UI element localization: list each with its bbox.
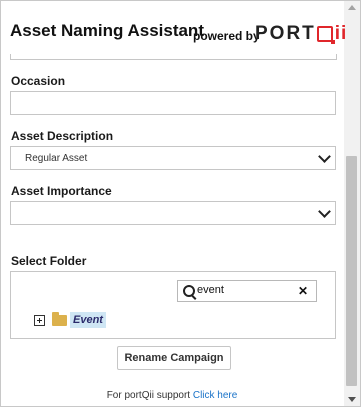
- asset-description-select[interactable]: Regular Asset: [10, 146, 336, 170]
- chevron-down-icon: [318, 150, 331, 163]
- tree-node-label[interactable]: Event: [70, 312, 106, 328]
- powered-by-text: powered by: [193, 29, 260, 43]
- portqii-logo: PORT ii: [255, 23, 347, 45]
- search-icon: [183, 285, 195, 297]
- assistant-panel: Asset Naming Assistant powered by PORT i…: [0, 0, 361, 407]
- select-folder-label: Select Folder: [11, 254, 87, 268]
- logo-text: PORT: [255, 23, 316, 44]
- folder-search-value: event: [197, 284, 224, 296]
- app-title: Asset Naming Assistant: [10, 21, 204, 40]
- occasion-input[interactable]: [10, 91, 336, 115]
- support-link[interactable]: Click here: [193, 390, 237, 401]
- support-footer: For portQii support Click here: [1, 390, 343, 401]
- scroll-down-arrow-icon[interactable]: [348, 397, 356, 402]
- occasion-label: Occasion: [11, 74, 66, 88]
- vertical-scrollbar[interactable]: [344, 1, 360, 406]
- chevron-down-icon: [318, 205, 331, 218]
- folder-tree-panel: event ✕ Event: [10, 271, 336, 339]
- expand-icon[interactable]: [34, 314, 45, 326]
- asset-description-label: Asset Description: [11, 129, 114, 143]
- clear-icon[interactable]: ✕: [298, 283, 308, 299]
- asset-importance-select[interactable]: [10, 201, 336, 225]
- asset-importance-label: Asset Importance: [11, 184, 112, 198]
- rename-campaign-button[interactable]: Rename Campaign: [117, 346, 231, 370]
- folder-icon: [52, 311, 67, 326]
- tree-node[interactable]: Event: [34, 311, 106, 328]
- scroll-up-arrow-icon[interactable]: [348, 5, 356, 10]
- logo-q-mark: [316, 26, 335, 44]
- logo-suffix: ii: [334, 23, 348, 44]
- header: Asset Naming Assistant powered by PORT i…: [1, 1, 346, 54]
- asset-description-value: Regular Asset: [25, 152, 88, 164]
- support-text: For portQii support: [106, 390, 193, 401]
- scroll-thumb[interactable]: [346, 156, 357, 386]
- folder-search-input[interactable]: event ✕: [177, 280, 317, 302]
